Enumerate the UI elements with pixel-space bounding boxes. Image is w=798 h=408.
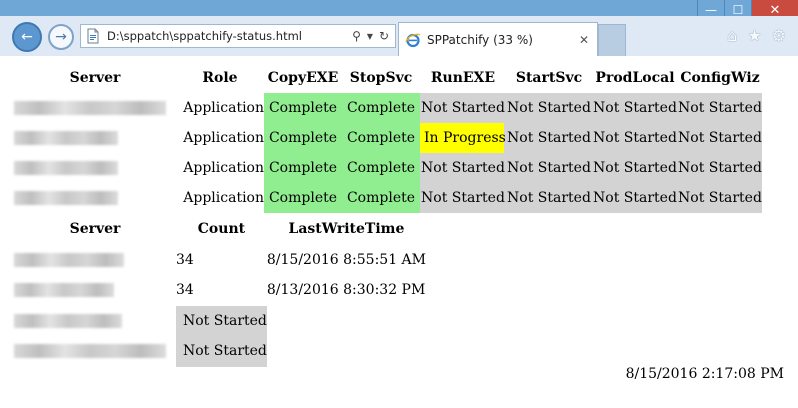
in-progress-badge: In Progress [420,123,506,153]
back-button[interactable]: ← [12,22,42,52]
server-name-redacted [14,123,176,153]
role-cell: Application [183,190,264,206]
forward-button[interactable]: → [48,24,74,50]
runexe-cell: In Progress [420,123,506,153]
table-row: Not Started [14,336,426,367]
table-row: 34 8/13/2016 8:30:32 PM [14,275,426,306]
copyexe-cell: Complete [264,153,342,183]
redacted-blur [14,131,118,145]
lastwritetime-cell [267,306,426,337]
redacted-blur [14,252,124,267]
gear-icon[interactable]: ⚙ [772,26,786,45]
files-header-row: Server Count LastWriteTime [14,214,426,245]
server-name-redacted [14,183,176,213]
stopsvc-cell: Complete [342,153,420,183]
address-bar[interactable]: D:\sppatch\sppatchify-status.html ⚲ ▾ ↻ [80,24,396,48]
runexe-cell: Not Started [420,93,506,123]
count-cell: Not Started [176,305,267,336]
count-cell: Not Started [176,336,267,367]
tab-title: SPPatchify (33 %) [427,32,533,47]
chevron-down-icon[interactable]: ▾ [367,29,373,43]
search-icon[interactable]: ⚲ [352,29,361,43]
runexe-cell: Not Started [420,183,506,213]
status-header-row: Server Role CopyEXE StopSvc RunEXE Start… [14,63,762,93]
header-configwiz: ConfigWiz [680,70,760,86]
role-cell: Application [183,100,264,116]
lastwritetime-cell: 8/13/2016 8:30:32 PM [266,282,426,299]
configwiz-cell: Not Started [678,183,762,213]
header-count: Count [197,221,246,238]
header-lastwritetime: LastWriteTime [288,221,405,238]
header-runexe: RunEXE [430,70,496,86]
startsvc-cell: Not Started [506,183,592,213]
header-startsvc: StartSvc [515,70,583,86]
back-arrow-icon: ← [21,29,33,45]
prodlocal-cell: Not Started [592,93,678,123]
configwiz-cell: Not Started [678,153,762,183]
prodlocal-cell: Not Started [592,183,678,213]
report-timestamp: 8/15/2016 2:17:08 PM [625,366,784,382]
header-prodlocal: ProdLocal [595,70,675,86]
close-tab-icon[interactable]: ✕ [579,33,597,47]
server-name-redacted [14,275,176,306]
server-name-redacted [14,245,176,276]
runexe-cell: Not Started [420,153,506,183]
count-cell: 34 [176,251,194,268]
startsvc-cell: Not Started [506,123,592,153]
favorites-star-icon[interactable]: ★ [747,26,761,45]
lastwritetime-cell: 8/15/2016 8:55:51 AM [266,251,426,268]
header-server: Server [69,221,121,238]
page-content: Server Role CopyEXE StopSvc RunEXE Start… [0,56,798,408]
redacted-blur [14,313,122,328]
browser-right-icons: ⌂ ★ ⚙ [727,26,786,45]
status-table: Server Role CopyEXE StopSvc RunEXE Start… [14,63,762,213]
redacted-blur [14,101,166,115]
header-role: Role [202,70,238,86]
home-icon[interactable]: ⌂ [727,26,737,45]
stopsvc-cell: Complete [342,183,420,213]
server-name-redacted [14,93,176,123]
redacted-blur [14,191,118,205]
stopsvc-cell: Complete [342,123,420,153]
role-cell: Application [183,160,264,176]
startsvc-cell: Not Started [506,93,592,123]
copyexe-cell: Complete [264,123,342,153]
redacted-blur [14,283,114,298]
prodlocal-cell: Not Started [592,123,678,153]
forward-arrow-icon: → [55,29,67,45]
table-row: Application Complete Complete Not Starte… [14,183,762,213]
stopsvc-cell: Complete [342,93,420,123]
refresh-icon[interactable]: ↻ [379,29,389,43]
server-name-redacted [14,153,176,183]
copyexe-cell: Complete [264,183,342,213]
new-tab-button[interactable] [598,24,626,56]
prodlocal-cell: Not Started [592,153,678,183]
ie-icon [405,32,421,48]
table-row: Not Started [14,305,426,337]
table-row: Application Complete Complete In Progres… [14,123,762,153]
server-name-redacted [14,336,176,367]
table-row: Application Complete Complete Not Starte… [14,93,762,123]
browser-titlebar: — ☐ ✕ ← → D:\sppatch\sppatchify-status.h… [0,0,798,56]
table-row: 34 8/15/2016 8:55:51 AM [14,245,426,276]
files-table: Server Count LastWriteTime 34 8/15/2016 … [14,214,426,367]
lastwritetime-cell [267,336,426,367]
startsvc-cell: Not Started [506,153,592,183]
server-name-redacted [14,306,176,337]
redacted-blur [14,161,118,175]
page-document-icon [85,28,101,44]
count-cell: 34 [176,282,194,299]
header-server: Server [69,70,121,86]
redacted-blur [14,344,166,359]
tab-sppatchify[interactable]: SPPatchify (33 %) ✕ [398,22,598,56]
header-stopsvc: StopSvc [349,70,413,86]
header-copyexe: CopyEXE [267,70,339,86]
table-row: Application Complete Complete Not Starte… [14,153,762,183]
role-cell: Application [183,130,264,146]
configwiz-cell: Not Started [678,93,762,123]
configwiz-cell: Not Started [678,123,762,153]
copyexe-cell: Complete [264,93,342,123]
address-url[interactable]: D:\sppatch\sppatchify-status.html [107,29,352,43]
